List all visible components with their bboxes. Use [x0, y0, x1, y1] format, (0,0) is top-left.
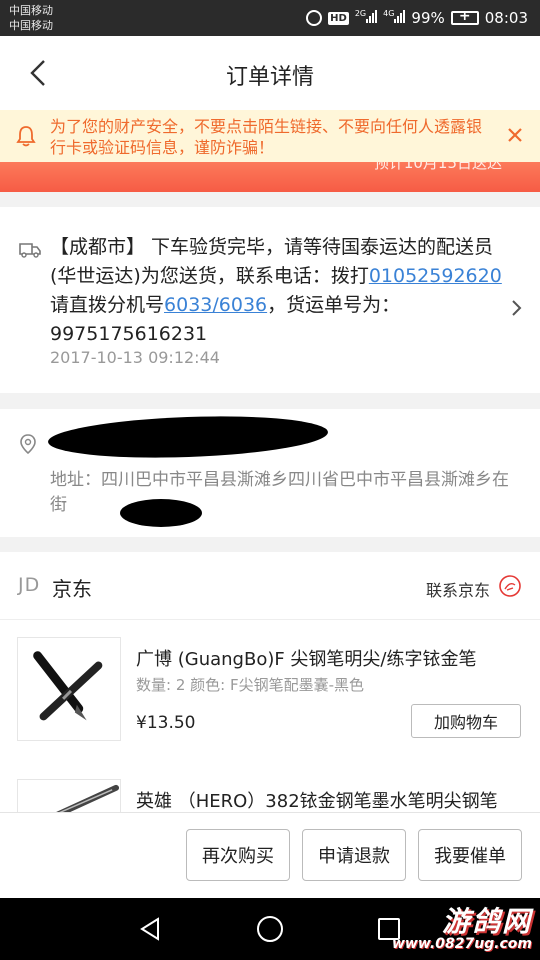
location-pin-icon: [20, 434, 36, 455]
request-refund-button[interactable]: 申请退款: [302, 829, 406, 881]
phone-link[interactable]: 01052592620: [369, 265, 502, 287]
battery-icon: [450, 8, 479, 25]
hd-badge: HD: [328, 11, 349, 25]
network-type-1: 2G: [354, 9, 367, 18]
signal-icon-2: 4G: [383, 9, 406, 27]
redacted-name: [47, 412, 329, 462]
jd-logo: JD: [18, 574, 41, 596]
alarm-icon: [306, 10, 323, 26]
contact-store-button[interactable]: 联系京东: [426, 577, 490, 601]
logistics-card[interactable]: 【成都市】 下车验货完毕，请等待国泰运达的配送员(华世运达)为您送货，联系电话：…: [0, 207, 540, 393]
logistics-latest-update: 【成都市】 下车验货完毕，请等待国泰运达的配送员(华世运达)为您送货，联系电话：…: [50, 233, 506, 349]
network-type-2: 4G: [383, 9, 395, 18]
store-header: JD 京东 联系京东: [0, 552, 540, 620]
site-watermark: 游鸽网 www.0827ug.com: [382, 900, 532, 958]
watermark-url: www.0827ug.com: [392, 936, 532, 952]
store-card: JD 京东 联系京东 广博 (GuangBo)F 尖钢笔明尖/练字铱金笔 数量:…: [0, 552, 540, 812]
watermark-logo: 游鸽网: [441, 905, 532, 938]
page-title: 订单详情: [225, 65, 314, 90]
chevron-right-icon[interactable]: [510, 297, 524, 319]
logistics-time: 2017-10-13 09:12:44: [50, 348, 220, 367]
status-bar: 中国移动 中国移动 HD 2G 4G 99% 08:03: [0, 0, 540, 36]
signal-icon: 2G: [354, 9, 378, 27]
order-status-band: 预计10月15日送达: [0, 162, 540, 192]
carrier-1: 中国移动: [9, 4, 53, 17]
delivery-estimate: 预计10月15日送达: [373, 162, 502, 172]
store-name: 京东: [52, 577, 92, 601]
warning-text: 为了您的财产安全，不要点击陌生链接、不要向任何人透露银行卡或验证码信息，谨防诈骗…: [50, 117, 483, 157]
redacted-address-tail: [120, 499, 202, 527]
buy-again-button[interactable]: 再次购买: [186, 829, 290, 881]
product-item[interactable]: 广博 (GuangBo)F 尖钢笔明尖/练字铱金笔 数量: 2 颜色: F尖钢笔…: [0, 637, 540, 777]
bell-icon: [16, 126, 36, 147]
product-spec: 数量: 2 颜色: F尖钢笔配墨囊-黑色: [136, 676, 364, 694]
fountain-pen-image: [33, 651, 103, 721]
bottom-action-bar: 再次购买 申请退款 我要催单: [0, 812, 540, 898]
nav-home-icon[interactable]: [257, 916, 283, 942]
product-thumbnail[interactable]: [17, 637, 121, 741]
carrier-2: 中国移动: [9, 19, 53, 32]
logistics-text-2: 请直拨分机号: [50, 294, 165, 316]
product-price: ¥13.50: [136, 713, 196, 733]
product-item[interactable]: 英雄 （HERO）382铱金钢笔墨水笔明尖钢笔: [0, 779, 540, 812]
page-header: 订单详情: [0, 36, 540, 110]
address-card: 地址：四川巴中市平昌县澌滩乡四川省巴中市平昌县澌滩乡在街: [0, 409, 540, 537]
add-to-cart-button[interactable]: 加购物车: [411, 704, 521, 738]
product-thumbnail[interactable]: [17, 779, 121, 812]
product-title[interactable]: 广博 (GuangBo)F 尖钢笔明尖/练字铱金笔: [136, 645, 521, 671]
urge-delivery-button[interactable]: 我要催单: [418, 829, 522, 881]
nav-back-icon[interactable]: [138, 916, 162, 942]
clock: 08:03: [484, 9, 528, 27]
pen-image: [56, 784, 120, 812]
battery-percent: 99%: [411, 9, 445, 27]
status-icons: HD 2G 4G 99% 08:03: [306, 7, 528, 29]
truck-icon: [19, 243, 41, 258]
carrier-info: 中国移动 中国移动: [9, 3, 53, 33]
close-icon[interactable]: [504, 124, 526, 146]
security-warning-banner: 为了您的财产安全，不要点击陌生链接、不要向任何人透露银行卡或验证码信息，谨防诈骗…: [0, 110, 540, 162]
product-title[interactable]: 英雄 （HERO）382铱金钢笔墨水笔明尖钢笔: [136, 787, 521, 812]
chat-icon[interactable]: [498, 574, 522, 598]
extension-link[interactable]: 6033/6036: [164, 294, 267, 316]
